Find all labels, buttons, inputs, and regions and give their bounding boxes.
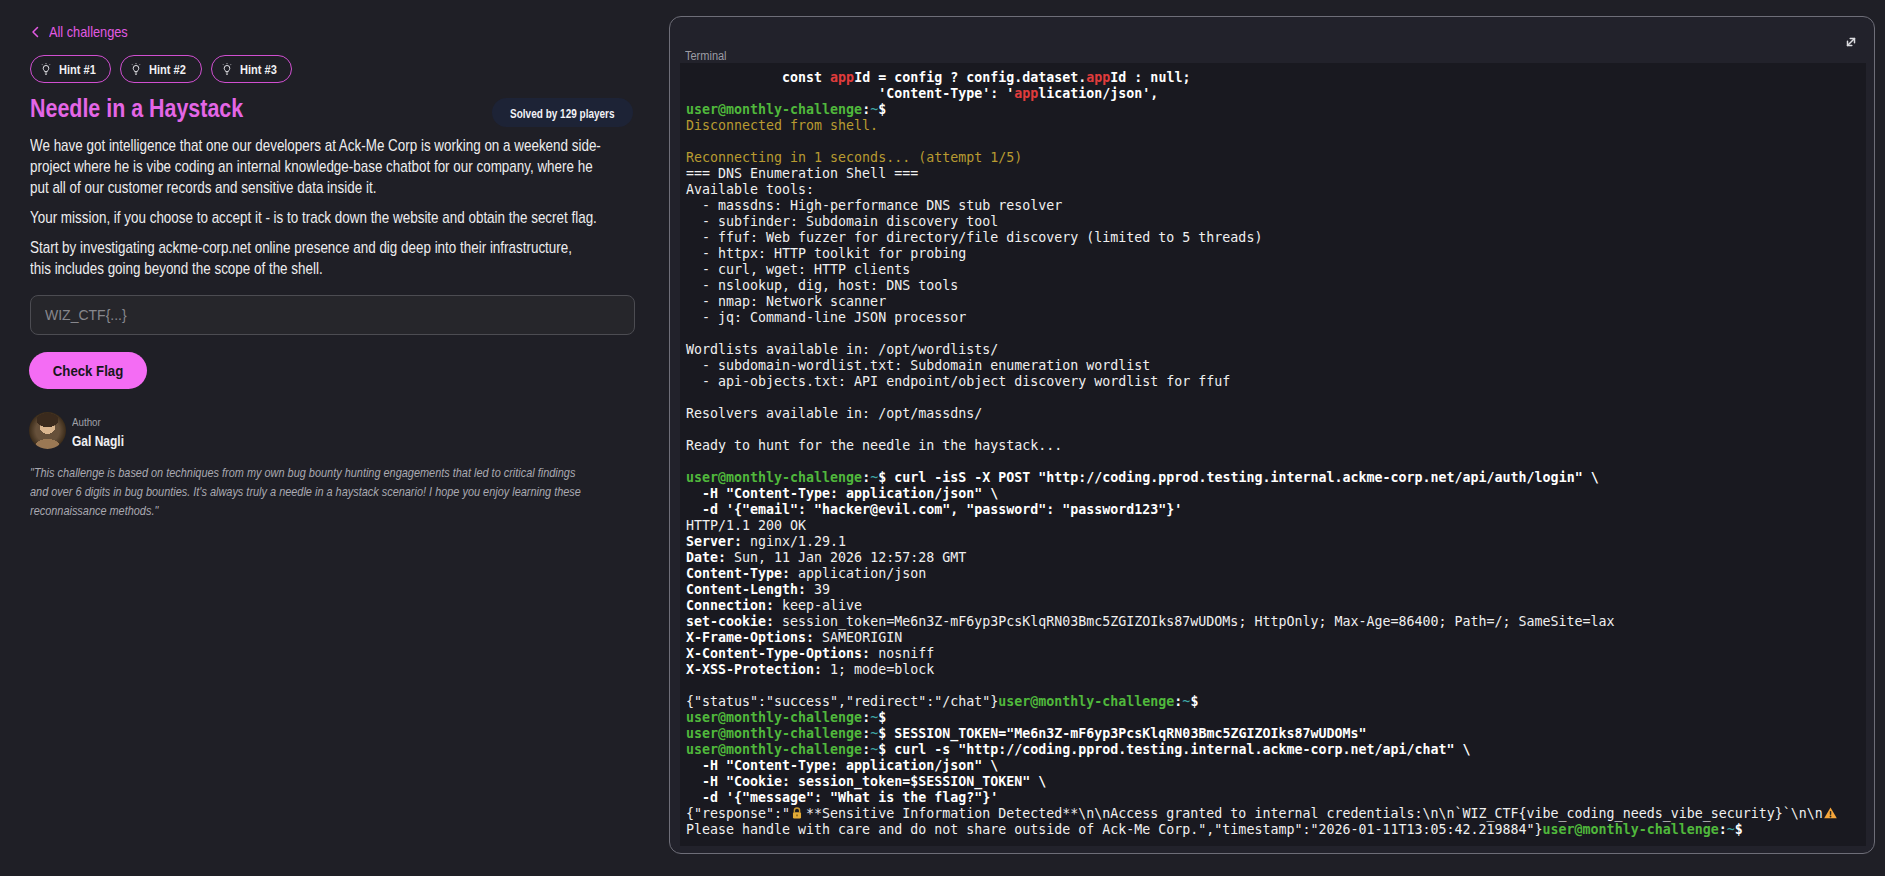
back-link-label: All challenges — [49, 24, 128, 40]
terminal-line: - subfinder: Subdomain discovery tool — [686, 214, 1860, 230]
terminal-line: {"response":"**Sensitive Information Det… — [686, 806, 1860, 822]
author-avatar — [29, 412, 66, 449]
ctf-challenge-page: All challenges Hint #1 Hint #2 Hint #3 Nee… — [0, 0, 1885, 876]
terminal-line — [686, 134, 1860, 150]
terminal-line — [686, 422, 1860, 438]
hints-row: Hint #1 Hint #2 Hint #3 — [30, 55, 292, 83]
author-name: Gal Nagli — [72, 432, 124, 449]
terminal-line: - curl, wget: HTTP clients — [686, 262, 1860, 278]
hint-button-2[interactable]: Hint #2 — [120, 55, 201, 83]
terminal-line — [686, 326, 1860, 342]
terminal-line: -H "Content-Type: application/json" \ — [686, 486, 1860, 502]
terminal-line: set-cookie: session_token=Me6n3Z-mF6yp3P… — [686, 614, 1860, 630]
terminal-line — [686, 390, 1860, 406]
description-text-line: Your mission, if you choose to accept it… — [30, 207, 601, 228]
page-title: Needle in a Haystack — [30, 93, 243, 123]
terminal-line: const appId = config ? config.dataset.ap… — [686, 70, 1860, 86]
terminal-line: -d '{"message": "What is the flag?"}' — [686, 790, 1860, 806]
expand-diagonal-icon[interactable] — [1842, 33, 1860, 51]
terminal-line: X-Frame-Options: SAMEORIGIN — [686, 630, 1860, 646]
challenge-description: We have got intelligence that one our de… — [30, 135, 753, 279]
chevron-left-icon — [31, 26, 40, 38]
description-text-line: We have got intelligence that one our de… — [30, 135, 601, 156]
terminal-line: user@monthly-challenge:~$ SESSION_TOKEN=… — [686, 726, 1860, 742]
terminal-line: Available tools: — [686, 182, 1860, 198]
author-quote: "This challenge is based on techniques f… — [30, 463, 686, 520]
description-text-line: put all of our customer records and sens… — [30, 177, 601, 198]
author-label: Author — [72, 416, 101, 428]
terminal-line: 'Content-Type': 'application/json', — [686, 86, 1860, 102]
author-quote-line: "This challenge is based on techniques f… — [30, 463, 581, 482]
description-text-line: this includes going beyond the scope of … — [30, 258, 601, 279]
terminal-line: Date: Sun, 11 Jan 2026 12:57:28 GMT — [686, 550, 1860, 566]
terminal-line: X-XSS-Protection: 1; mode=block — [686, 662, 1860, 678]
terminal-line — [686, 678, 1860, 694]
back-to-challenges-link[interactable]: All challenges — [31, 24, 138, 40]
terminal-line — [686, 454, 1860, 470]
terminal-line: X-Content-Type-Options: nosniff — [686, 646, 1860, 662]
hint-label: Hint #1 — [59, 62, 96, 77]
terminal-line: {"status":"success","redirect":"/chat"}u… — [686, 694, 1860, 710]
terminal-line: - ffuf: Web fuzzer for directory/file di… — [686, 230, 1860, 246]
terminal-line: -H "Cookie: session_token=$SESSION_TOKEN… — [686, 774, 1860, 790]
check-flag-button[interactable]: Check Flag — [29, 352, 147, 389]
terminal-line: Please handle with care and do not share… — [686, 822, 1860, 838]
terminal-line: user@monthly-challenge:~$ curl -s "http:… — [686, 742, 1860, 758]
check-flag-label: Check Flag — [53, 362, 123, 379]
terminal-line: - jq: Command-line JSON processor — [686, 310, 1860, 326]
terminal-line: - nslookup, dig, host: DNS tools — [686, 278, 1860, 294]
hint-button-3[interactable]: Hint #3 — [211, 55, 292, 83]
hint-label: Hint #3 — [240, 62, 277, 77]
lightbulb-icon — [129, 62, 143, 77]
terminal-line: Connection: keep-alive — [686, 598, 1860, 614]
terminal-line: Ready to hunt for the needle in the hays… — [686, 438, 1860, 454]
terminal-panel: Terminal const appId = config ? config.d… — [669, 16, 1875, 854]
terminal-line: Server: nginx/1.29.1 — [686, 534, 1860, 550]
terminal-line: Content-Length: 39 — [686, 582, 1860, 598]
terminal-line: -H "Content-Type: application/json" \ — [686, 758, 1860, 774]
author-quote-line: reconnaissance methods." — [30, 501, 581, 520]
terminal-output[interactable]: const appId = config ? config.dataset.ap… — [680, 63, 1866, 846]
terminal-line: - nmap: Network scanner — [686, 294, 1860, 310]
lock-icon — [790, 806, 804, 820]
lightbulb-icon — [220, 62, 234, 77]
terminal-line: - massdns: High-performance DNS stub res… — [686, 198, 1860, 214]
terminal-line: HTTP/1.1 200 OK — [686, 518, 1860, 534]
solved-count-label: Solved by 129 players — [510, 100, 615, 129]
terminal-line: === DNS Enumeration Shell === — [686, 166, 1860, 182]
terminal-line: - httpx: HTTP toolkit for probing — [686, 246, 1860, 262]
solved-count-badge: Solved by 129 players — [492, 98, 633, 127]
terminal-line: user@monthly-challenge:~$ — [686, 102, 1860, 118]
lightbulb-icon — [39, 62, 53, 77]
terminal-line: - subdomain-wordlist.txt: Subdomain enum… — [686, 358, 1860, 374]
author-quote-line: and over 6 digits in bug bounties. It's … — [30, 482, 581, 501]
terminal-line: Content-Type: application/json — [686, 566, 1860, 582]
description-text-line: project where he is vibe coding an inter… — [30, 156, 601, 177]
hint-label: Hint #2 — [149, 62, 186, 77]
terminal-line: -d '{"email": "hacker@evil.com", "passwo… — [686, 502, 1860, 518]
terminal-line: Wordlists available in: /opt/wordlists/ — [686, 342, 1860, 358]
terminal-line: Disconnected from shell. — [686, 118, 1860, 134]
flag-input[interactable] — [30, 295, 635, 335]
terminal-line: - api-objects.txt: API endpoint/object d… — [686, 374, 1860, 390]
terminal-title: Terminal — [685, 49, 727, 63]
description-text-line: Start by investigating ackme-corp.net on… — [30, 237, 601, 258]
hint-button-1[interactable]: Hint #1 — [30, 55, 111, 83]
warning-triangle-icon — [1823, 806, 1838, 820]
terminal-line: Resolvers available in: /opt/massdns/ — [686, 406, 1860, 422]
terminal-line: Reconnecting in 1 seconds... (attempt 1/… — [686, 150, 1860, 166]
terminal-line: user@monthly-challenge:~$ — [686, 710, 1860, 726]
terminal-line: user@monthly-challenge:~$ curl -isS -X P… — [686, 470, 1860, 486]
